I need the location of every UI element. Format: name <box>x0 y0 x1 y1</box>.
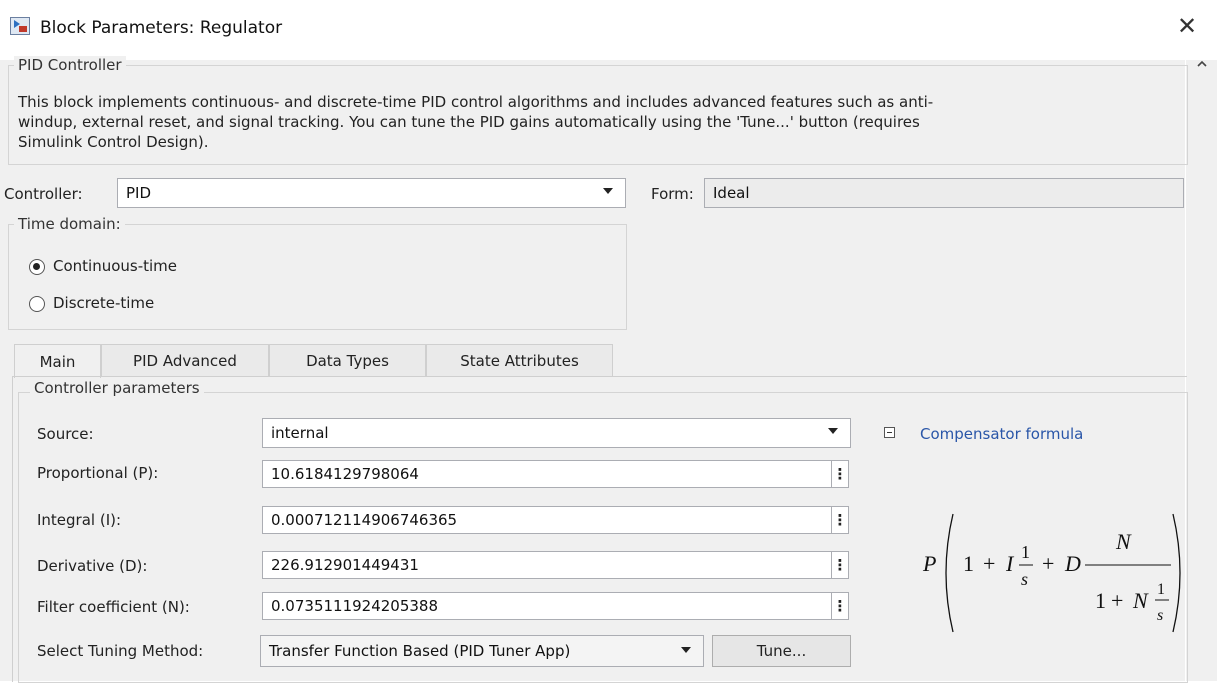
tuning-method-dropdown[interactable]: Transfer Function Based (PID Tuner App) <box>260 635 704 667</box>
integral-label: Integral (I): <box>37 511 122 529</box>
filter-coefficient-options-button[interactable]: ⋮ <box>831 592 849 620</box>
formula-one: 1 <box>1095 588 1106 613</box>
formula-n: N <box>1115 529 1132 554</box>
formula-right-paren <box>1172 513 1181 633</box>
formula-i: I <box>1005 551 1015 576</box>
chevron-up-icon[interactable] <box>1194 56 1210 72</box>
description-line: windup, external reset, and signal track… <box>18 113 920 131</box>
filter-coefficient-value: 0.0735111924205388 <box>271 597 439 615</box>
formula-s: s <box>1021 569 1028 589</box>
compensator-formula: P 1 + I 1 s + D N 1 + N 1 s <box>922 513 1181 633</box>
formula-p: P <box>922 551 936 576</box>
time-domain-group <box>8 224 627 330</box>
chevron-down-icon <box>681 647 691 653</box>
pid-controller-legend: PID Controller <box>14 56 126 74</box>
derivative-value: 226.912901449431 <box>271 556 419 574</box>
formula-s: s <box>1157 607 1163 624</box>
discrete-time-label: Discrete-time <box>53 294 155 312</box>
source-label: Source: <box>37 425 94 443</box>
block-description: This block implements continuous- and di… <box>18 92 1178 152</box>
integral-options-button[interactable]: ⋮ <box>831 506 849 534</box>
vertical-scrollbar[interactable] <box>1186 60 1217 681</box>
window-title: Block Parameters: Regulator <box>40 18 283 38</box>
form-field[interactable]: Ideal <box>704 178 1184 208</box>
proportional-options-button[interactable]: ⋮ <box>831 460 849 488</box>
derivative-label: Derivative (D): <box>37 557 148 575</box>
formula-n: N <box>1132 588 1149 613</box>
filter-coefficient-field[interactable]: 0.0735111924205388 <box>262 592 832 620</box>
description-line: Simulink Control Design). <box>18 133 209 151</box>
discrete-time-radio[interactable] <box>29 296 45 312</box>
integral-field[interactable]: 0.000712114906746365 <box>262 506 832 534</box>
formula-one: 1 <box>1021 542 1030 562</box>
formula-one: 1 <box>963 551 974 576</box>
collapse-icon[interactable] <box>884 427 895 438</box>
chevron-down-icon <box>828 428 838 434</box>
description-line: This block implements continuous- and di… <box>18 93 934 111</box>
continuous-time-radio[interactable] <box>29 259 45 275</box>
simulink-block-icon <box>10 17 30 35</box>
integral-value: 0.000712114906746365 <box>271 511 458 529</box>
form-value: Ideal <box>713 184 750 202</box>
tuning-method-value: Transfer Function Based (PID Tuner App) <box>269 642 571 660</box>
continuous-time-label: Continuous-time <box>53 257 178 275</box>
proportional-value: 10.6184129798064 <box>271 465 419 483</box>
formula-plus: + <box>1042 551 1054 576</box>
tab-main[interactable]: Main <box>14 344 101 378</box>
proportional-field[interactable]: 10.6184129798064 <box>262 460 832 488</box>
controller-value: PID <box>126 184 152 202</box>
formula-plus: + <box>1111 588 1123 613</box>
formula-d: D <box>1064 551 1081 576</box>
filter-coefficient-label: Filter coefficient (N): <box>37 598 190 616</box>
form-label: Form: <box>651 185 694 203</box>
derivative-field[interactable]: 226.912901449431 <box>262 551 832 579</box>
proportional-label: Proportional (P): <box>37 464 159 482</box>
time-domain-legend: Time domain: <box>14 215 125 233</box>
source-value: internal <box>271 424 329 442</box>
controller-parameters-legend: Controller parameters <box>30 379 204 397</box>
controller-label: Controller: <box>4 185 83 203</box>
tab-data-types[interactable]: Data Types <box>269 344 426 376</box>
tuning-method-label: Select Tuning Method: <box>37 642 204 660</box>
formula-plus: + <box>983 551 995 576</box>
source-dropdown[interactable]: internal <box>262 418 851 448</box>
compensator-formula-link[interactable]: Compensator formula <box>920 425 1083 443</box>
controller-dropdown[interactable]: PID <box>117 178 626 208</box>
formula-left-paren <box>945 513 954 633</box>
close-icon[interactable]: ✕ <box>1177 14 1197 38</box>
derivative-options-button[interactable]: ⋮ <box>831 551 849 579</box>
formula-one: 1 <box>1157 581 1165 598</box>
tab-pid-advanced[interactable]: PID Advanced <box>101 344 269 376</box>
tab-state-attributes[interactable]: State Attributes <box>426 344 613 376</box>
chevron-down-icon <box>603 188 613 194</box>
tune-button[interactable]: Tune... <box>712 635 851 667</box>
